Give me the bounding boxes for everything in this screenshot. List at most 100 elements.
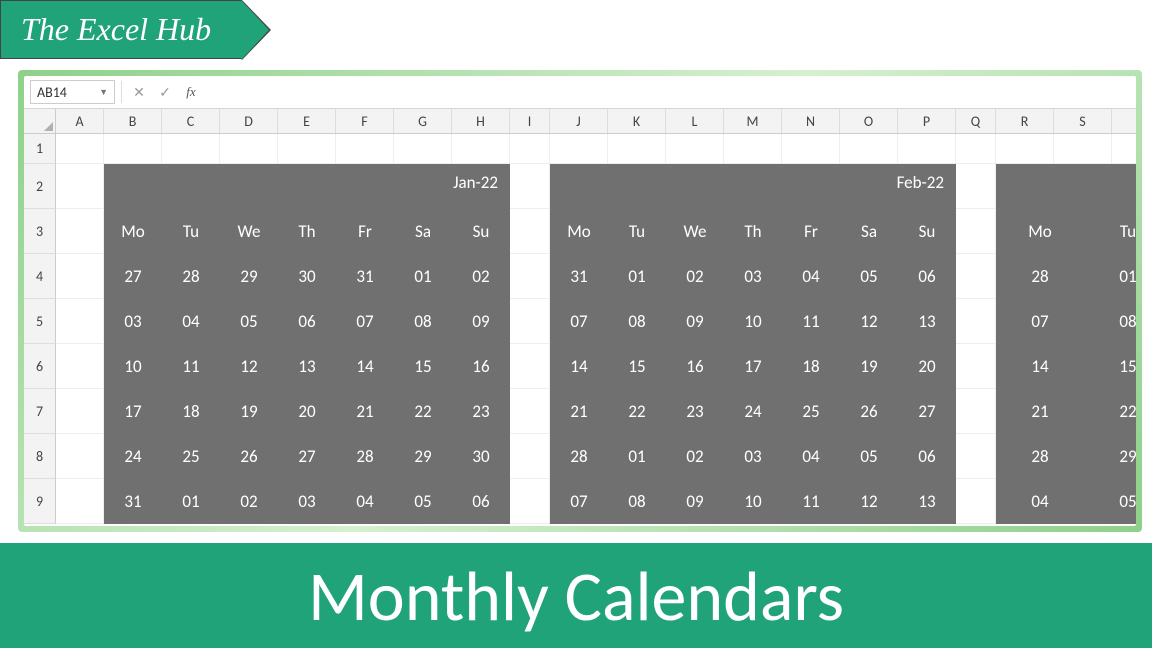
day-cell: 15 — [1084, 344, 1136, 389]
day-cell: 12 — [840, 299, 898, 344]
dow-header: Mo — [104, 209, 162, 254]
column-header-G[interactable]: G — [394, 109, 452, 133]
day-cell: 06 — [898, 254, 956, 299]
day-cell: 20 — [278, 389, 336, 434]
dow-header: Tu — [1084, 209, 1136, 254]
brand-badge: The Excel Hub — [0, 0, 242, 59]
spreadsheet-grid[interactable]: 123456789 Jan-22MoTuWeThFrSaSu2728293031… — [24, 134, 1136, 524]
column-header-I[interactable]: I — [510, 109, 550, 133]
column-header-A[interactable]: A — [56, 109, 104, 133]
formula-input[interactable] — [206, 80, 1130, 104]
day-cell: 10 — [104, 344, 162, 389]
column-header-K[interactable]: K — [608, 109, 666, 133]
month-label: Jan-22 — [453, 172, 498, 193]
day-cell: 01 — [608, 254, 666, 299]
name-box-dropdown-icon[interactable]: ▼ — [99, 87, 108, 98]
day-cell: 30 — [452, 434, 510, 479]
day-cell: 21 — [996, 389, 1084, 434]
day-cell: 26 — [840, 389, 898, 434]
column-header-S[interactable]: S — [1054, 109, 1112, 133]
column-header-O[interactable]: O — [840, 109, 898, 133]
row-header-3[interactable]: 3 — [24, 209, 56, 254]
day-cell: 09 — [666, 479, 724, 524]
day-cell: 01 — [162, 479, 220, 524]
divider — [121, 81, 122, 103]
day-cell: 28 — [996, 254, 1084, 299]
day-cell: 02 — [666, 254, 724, 299]
column-header-C[interactable]: C — [162, 109, 220, 133]
day-cell: 07 — [550, 479, 608, 524]
dow-header: Fr — [782, 209, 840, 254]
day-cell: 14 — [336, 344, 394, 389]
day-cell: 23 — [666, 389, 724, 434]
day-cell: 22 — [394, 389, 452, 434]
day-cell: 18 — [162, 389, 220, 434]
row-headers: 123456789 — [24, 134, 56, 524]
screenshot-frame: AB14 ▼ ✕ ✓ fx ABCDEFGHIJKLMNOPQRS 123456… — [18, 70, 1142, 532]
column-header-H[interactable]: H — [452, 109, 510, 133]
column-header-Q[interactable]: Q — [956, 109, 996, 133]
day-cell: 05 — [394, 479, 452, 524]
title-banner: Monthly Calendars — [0, 543, 1152, 648]
day-cell: 25 — [782, 389, 840, 434]
row-header-7[interactable]: 7 — [24, 389, 56, 434]
column-header-P[interactable]: P — [898, 109, 956, 133]
day-cell: 08 — [394, 299, 452, 344]
row-header-2[interactable]: 2 — [24, 164, 56, 209]
row-header-8[interactable]: 8 — [24, 434, 56, 479]
day-cell: 28 — [336, 434, 394, 479]
column-header-B[interactable]: B — [104, 109, 162, 133]
day-cell: 02 — [220, 479, 278, 524]
row-header-4[interactable]: 4 — [24, 254, 56, 299]
column-header-E[interactable]: E — [278, 109, 336, 133]
cells-area[interactable]: Jan-22MoTuWeThFrSaSu27282930310102030405… — [56, 134, 1136, 524]
name-box[interactable]: AB14 ▼ — [30, 80, 115, 104]
day-cell: 02 — [666, 434, 724, 479]
day-cell: 08 — [608, 299, 666, 344]
insert-function-button[interactable]: fx — [180, 81, 202, 103]
dow-header: Fr — [336, 209, 394, 254]
dow-header: Tu — [162, 209, 220, 254]
confirm-button[interactable]: ✓ — [154, 81, 176, 103]
calendar-Jan-22: Jan-22MoTuWeThFrSaSu27282930310102030405… — [104, 164, 510, 524]
dow-header: We — [220, 209, 278, 254]
calendar-Feb-22: Feb-22MoTuWeThFrSaSu31010203040506070809… — [550, 164, 956, 524]
day-cell: 31 — [550, 254, 608, 299]
column-headers: ABCDEFGHIJKLMNOPQRS — [24, 109, 1136, 134]
day-cell: 10 — [724, 479, 782, 524]
day-cell: 15 — [608, 344, 666, 389]
day-cell: 21 — [336, 389, 394, 434]
select-all-corner[interactable] — [24, 109, 56, 133]
day-cell: 01 — [1084, 254, 1136, 299]
row-header-1[interactable]: 1 — [24, 134, 56, 164]
day-cell: 19 — [840, 344, 898, 389]
day-cell: 07 — [336, 299, 394, 344]
day-cell: 01 — [608, 434, 666, 479]
column-header-M[interactable]: M — [724, 109, 782, 133]
day-cell: 17 — [724, 344, 782, 389]
day-cell: 16 — [666, 344, 724, 389]
day-cell: 04 — [996, 479, 1084, 524]
day-cell: 11 — [782, 299, 840, 344]
column-header-D[interactable]: D — [220, 109, 278, 133]
row-header-5[interactable]: 5 — [24, 299, 56, 344]
row-header-6[interactable]: 6 — [24, 344, 56, 389]
day-cell: 04 — [162, 299, 220, 344]
day-cell: 05 — [220, 299, 278, 344]
column-header-J[interactable]: J — [550, 109, 608, 133]
day-cell: 01 — [394, 254, 452, 299]
day-cell: 12 — [220, 344, 278, 389]
month-label: Feb-22 — [897, 172, 944, 193]
day-cell: 14 — [550, 344, 608, 389]
day-cell: 09 — [452, 299, 510, 344]
column-header-L[interactable]: L — [666, 109, 724, 133]
column-header-N[interactable]: N — [782, 109, 840, 133]
column-header-F[interactable]: F — [336, 109, 394, 133]
day-cell: 05 — [840, 254, 898, 299]
cancel-button[interactable]: ✕ — [128, 81, 150, 103]
day-cell: 08 — [1084, 299, 1136, 344]
column-header-R[interactable]: R — [996, 109, 1054, 133]
day-cell: 24 — [724, 389, 782, 434]
day-cell: 04 — [336, 479, 394, 524]
row-header-9[interactable]: 9 — [24, 479, 56, 524]
